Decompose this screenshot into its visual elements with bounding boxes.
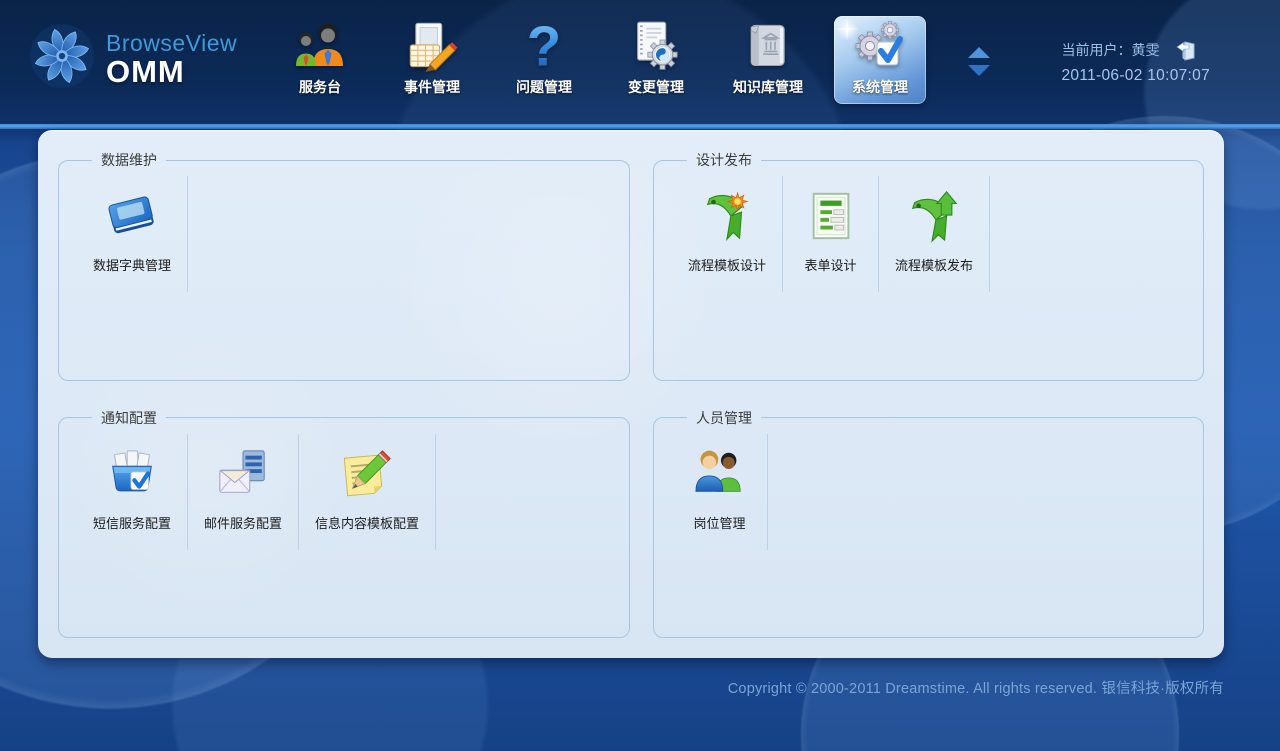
form-design-icon bbox=[804, 189, 858, 248]
nav-item-label: 问题管理 bbox=[516, 77, 572, 97]
current-datetime: 2011-06-02 10:07:07 bbox=[1062, 67, 1210, 85]
brand-name: BrowseView bbox=[106, 30, 237, 57]
user-info: 当前用户：黄雯 2011-06-02 10:07:07 bbox=[1062, 39, 1210, 85]
item-message-template-config[interactable]: 信息内容模板配置 bbox=[299, 434, 436, 550]
panel-data-maintenance: 数据维护 bbox=[58, 150, 630, 381]
main-nav: 服务台 事件管理 ? bbox=[274, 12, 926, 104]
item-process-template-publish[interactable]: 流程模板发布 bbox=[879, 176, 990, 292]
nav-item-incident-mgmt[interactable]: 事件管理 bbox=[386, 16, 478, 104]
item-sms-service-config[interactable]: 短信服务配置 bbox=[77, 434, 188, 550]
item-label: 岗位管理 bbox=[693, 513, 745, 532]
nav-item-knowledge-base[interactable]: 知识库管理 bbox=[722, 16, 814, 104]
item-label: 信息内容模板配置 bbox=[315, 513, 419, 532]
item-form-design[interactable]: 表单设计 bbox=[783, 176, 879, 292]
nav-item-label: 服务台 bbox=[299, 77, 341, 97]
mail-service-config-icon bbox=[216, 447, 270, 506]
panel-design-publish: 设计发布 流程模板设计 bbox=[653, 150, 1204, 381]
message-template-config-icon bbox=[340, 447, 394, 506]
nav-item-problem-mgmt[interactable]: ? 问题管理 bbox=[498, 16, 590, 104]
nav-item-label: 知识库管理 bbox=[733, 77, 803, 97]
panel-title: 人员管理 bbox=[687, 408, 761, 428]
brand-product: OMM bbox=[106, 57, 237, 86]
copyright-text: Copyright © 2000-2011 Dreamstime. All ri… bbox=[728, 677, 1224, 698]
item-data-dictionary[interactable]: 数据字典管理 bbox=[77, 176, 188, 292]
nav-pager bbox=[968, 47, 990, 76]
panel-personnel-mgmt: 人员管理 bbox=[653, 408, 1204, 639]
panel-title: 设计发布 bbox=[687, 150, 761, 170]
sms-service-config-icon bbox=[105, 447, 159, 506]
nav-item-label: 系统管理 bbox=[852, 77, 908, 97]
change-mgmt-icon bbox=[630, 16, 682, 72]
logout-icon[interactable] bbox=[1176, 39, 1198, 61]
item-label: 流程模板设计 bbox=[688, 255, 766, 274]
item-label: 短信服务配置 bbox=[93, 513, 171, 532]
problem-mgmt-icon: ? bbox=[518, 16, 570, 72]
panel-title: 数据维护 bbox=[92, 150, 166, 170]
item-label: 邮件服务配置 bbox=[204, 513, 282, 532]
panel-notification-config: 通知配置 bbox=[58, 408, 630, 639]
svg-text:?: ? bbox=[527, 20, 561, 72]
item-label: 流程模板发布 bbox=[895, 255, 973, 274]
system-mgmt-icon bbox=[854, 16, 906, 72]
process-template-publish-icon bbox=[907, 189, 961, 248]
item-label: 数据字典管理 bbox=[93, 255, 171, 274]
nav-item-system-mgmt[interactable]: 系统管理 bbox=[834, 16, 926, 104]
position-mgmt-icon bbox=[693, 447, 747, 506]
data-dictionary-icon bbox=[105, 189, 159, 248]
nav-item-label: 变更管理 bbox=[628, 77, 684, 97]
knowledge-base-icon bbox=[742, 16, 794, 72]
item-label: 表单设计 bbox=[805, 255, 857, 274]
item-process-template-design[interactable]: 流程模板设计 bbox=[672, 176, 783, 292]
down-arrow-icon[interactable] bbox=[968, 65, 990, 76]
process-template-design-icon bbox=[700, 189, 754, 248]
pinwheel-logo-icon bbox=[28, 22, 96, 95]
incident-mgmt-icon bbox=[406, 16, 458, 72]
panel-title: 通知配置 bbox=[92, 408, 166, 428]
service-desk-icon bbox=[294, 16, 346, 72]
main-content-card: 数据维护 bbox=[38, 130, 1224, 658]
item-position-mgmt[interactable]: 岗位管理 bbox=[672, 434, 768, 550]
up-arrow-icon[interactable] bbox=[968, 47, 990, 58]
current-user-label: 当前用户：黄雯 bbox=[1062, 40, 1160, 60]
nav-item-change-mgmt[interactable]: 变更管理 bbox=[610, 16, 702, 104]
item-mail-service-config[interactable]: 邮件服务配置 bbox=[188, 434, 299, 550]
nav-item-label: 事件管理 bbox=[404, 77, 460, 97]
nav-item-service-desk[interactable]: 服务台 bbox=[274, 16, 366, 104]
app-logo: BrowseView OMM bbox=[28, 22, 237, 95]
